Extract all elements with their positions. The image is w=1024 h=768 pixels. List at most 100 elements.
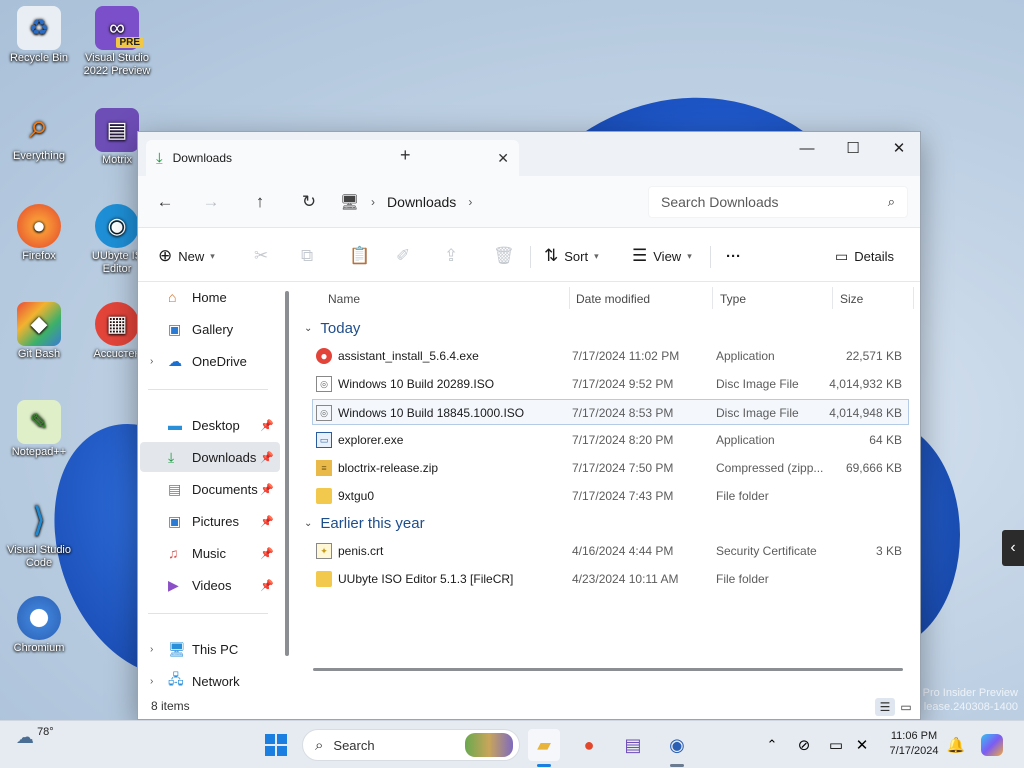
copilot-icon xyxy=(981,734,1003,756)
nav-item-gallery[interactable]: ▣ Gallery xyxy=(140,314,280,344)
breadcrumb-downloads[interactable]: Downloads xyxy=(387,194,456,210)
group-header-today[interactable]: ⌄ Today xyxy=(304,316,360,340)
copilot-button[interactable] xyxy=(978,729,1006,761)
nav-item-onedrive[interactable]: › ☁ OneDrive xyxy=(140,346,280,376)
column-header-type[interactable]: Type xyxy=(720,287,746,311)
notifications-button[interactable]: 🔔 xyxy=(946,729,966,761)
desktop-icon-vscode[interactable]: ⟩ Visual Studio Code xyxy=(0,498,78,570)
accessibility-status[interactable]: ✕ xyxy=(851,729,873,761)
file-row[interactable]: ✦ penis.crt 4/16/2024 4:44 PM Security Ce… xyxy=(312,538,909,564)
column-header-date[interactable]: Date modified xyxy=(576,287,650,311)
nav-item-videos[interactable]: ▶ Videos 📌 xyxy=(140,570,280,600)
copy-button[interactable]: ⧉ xyxy=(301,242,313,270)
network-status[interactable]: ⊘ xyxy=(793,729,815,761)
folder-icon xyxy=(316,488,332,504)
view-button[interactable]: ☰ View ▾ xyxy=(632,242,692,270)
paste-button[interactable]: 📋 xyxy=(349,242,370,270)
nav-item-music[interactable]: ♫ Music 📌 xyxy=(140,538,280,568)
notepad-plus-plus-icon: ✎ xyxy=(17,400,61,444)
chevron-right-icon[interactable]: › xyxy=(150,676,164,687)
document-icon: ▤ xyxy=(168,480,182,497)
column-divider[interactable] xyxy=(569,287,570,309)
plus-icon: ⊕ xyxy=(158,246,173,265)
file-row[interactable]: ≡ bloctrix-release.zip 7/17/2024 7:50 PM … xyxy=(312,455,909,481)
nav-item-desktop[interactable]: ▬ Desktop 📌 xyxy=(140,410,280,440)
folder-icon: ▰ xyxy=(537,734,551,755)
details-view-button[interactable]: ☰ xyxy=(875,698,895,716)
tiles-view-button[interactable]: ▭ xyxy=(896,698,916,716)
file-row[interactable]: UUbyte ISO Editor 5.1.3 [FileCR] 4/23/20… xyxy=(312,566,909,592)
rename-button[interactable]: ✐ xyxy=(396,242,410,270)
back-button[interactable]: ← xyxy=(150,189,180,215)
share-button[interactable]: ⇪ xyxy=(444,242,458,270)
taskbar-motrix[interactable]: ▤ xyxy=(617,729,649,761)
cut-button[interactable]: ✂ xyxy=(254,242,268,270)
desktop-icon-recycle-bin[interactable]: ♻ Recycle Bin xyxy=(0,6,78,65)
desktop-icon-visual-studio-preview[interactable]: ∞ PRE Visual Studio 2022 Preview xyxy=(78,6,156,78)
pin-icon: 📌 xyxy=(260,419,274,432)
start-button[interactable] xyxy=(260,729,292,761)
nav-item-home[interactable]: ⌂ Home xyxy=(140,282,280,312)
group-header-earlier-this-year[interactable]: ⌄ Earlier this year xyxy=(304,511,425,535)
taskbar-file-explorer[interactable]: ▰ xyxy=(528,729,560,761)
sort-icon: ⇅ xyxy=(544,246,559,265)
nav-item-this-pc[interactable]: › 🖥 This PC xyxy=(140,634,280,664)
desktop-icon-everything[interactable]: ⌕ Everything xyxy=(0,104,78,163)
rename-icon: ✐ xyxy=(396,246,411,265)
nav-scrollbar[interactable] xyxy=(285,291,289,656)
desktop-icon-git-bash[interactable]: ◆ Git Bash xyxy=(0,302,78,361)
breadcrumb[interactable]: 🖥 › Downloads › xyxy=(340,186,640,218)
up-button[interactable]: ↑ xyxy=(245,189,275,215)
file-row[interactable]: ● assistant_install_5.6.4.exe 7/17/2024 1… xyxy=(312,343,909,369)
file-row[interactable]: ◎ Windows 10 Build 20289.ISO 7/17/2024 9:… xyxy=(312,371,909,397)
column-divider[interactable] xyxy=(712,287,713,309)
taskbar-chromium[interactable]: ◉ xyxy=(661,729,693,761)
horizontal-scrollbar[interactable] xyxy=(313,668,903,671)
forward-button[interactable]: → xyxy=(196,189,226,215)
weather-widget[interactable]: ☁ 78° xyxy=(16,726,54,748)
desktop-icon-chromium[interactable]: Chromium xyxy=(0,596,78,655)
nav-item-network[interactable]: › 🖧 Network xyxy=(140,666,280,696)
desktop-icon-firefox[interactable]: ● Firefox xyxy=(0,204,78,263)
new-tab-button[interactable]: + xyxy=(400,145,411,166)
refresh-button[interactable]: ↻ xyxy=(294,189,324,215)
file-row-selected[interactable]: ◎ Windows 10 Build 18845.1000.ISO 7/17/20… xyxy=(312,399,909,425)
file-row[interactable]: 9xtgu0 7/17/2024 7:43 PM File folder xyxy=(312,483,909,509)
close-tab-icon[interactable]: ✕ xyxy=(497,150,509,167)
display-status[interactable]: ▭ xyxy=(825,729,847,761)
nav-item-documents[interactable]: ▤ Documents 📌 xyxy=(140,474,280,504)
sort-button[interactable]: ⇅ Sort ▾ xyxy=(544,242,599,270)
active-indicator xyxy=(537,764,551,767)
nav-item-downloads[interactable]: ⤓ Downloads 📌 xyxy=(140,442,280,472)
column-header-name[interactable]: Name xyxy=(328,287,360,311)
chevron-right-icon[interactable]: › xyxy=(150,644,164,655)
chevron-down-icon: ▾ xyxy=(210,250,215,261)
maximize-button[interactable]: ☐ xyxy=(830,132,876,164)
search-input[interactable]: Search Downloads ⌕ xyxy=(648,186,908,218)
new-button[interactable]: ⊕ New ▾ xyxy=(158,242,215,270)
file-row[interactable]: ▭ explorer.exe 7/17/2024 8:20 PM Applicat… xyxy=(312,427,909,453)
more-options-button[interactable]: ··· xyxy=(726,242,741,270)
assistant-icon: ▦ xyxy=(95,302,139,346)
share-icon: ⇪ xyxy=(444,246,459,265)
show-hidden-icons-button[interactable]: ⌃ xyxy=(762,729,782,761)
chevron-right-icon[interactable]: › xyxy=(150,356,164,367)
clock[interactable]: 11:06 PM 7/17/2024 xyxy=(884,729,944,759)
column-divider[interactable] xyxy=(913,287,914,309)
side-panel-toggle[interactable]: ‹ xyxy=(1002,530,1024,566)
close-button[interactable]: ✕ xyxy=(876,132,922,164)
details-pane-button[interactable]: ▭ Details xyxy=(835,242,894,270)
desktop-icon: ▬ xyxy=(168,417,182,433)
taskbar-search[interactable]: ⌕ Search xyxy=(302,729,520,761)
column-header-size[interactable]: Size xyxy=(840,287,863,311)
minimize-button[interactable]: — xyxy=(784,132,830,164)
column-divider[interactable] xyxy=(832,287,833,309)
app-red-icon: ● xyxy=(316,348,332,364)
tab-downloads[interactable]: ⤓ Downloads ✕ xyxy=(146,140,519,176)
desktop-icon-notepad-plus-plus[interactable]: ✎ Notepad++ xyxy=(0,400,78,459)
recycle-bin-icon: ♻ xyxy=(17,6,61,50)
nav-item-pictures[interactable]: ▣ Pictures 📌 xyxy=(140,506,280,536)
git-bash-icon: ◆ xyxy=(17,302,61,346)
taskbar-firefox[interactable]: ● xyxy=(573,729,605,761)
delete-button[interactable]: 🗑 xyxy=(493,242,515,270)
